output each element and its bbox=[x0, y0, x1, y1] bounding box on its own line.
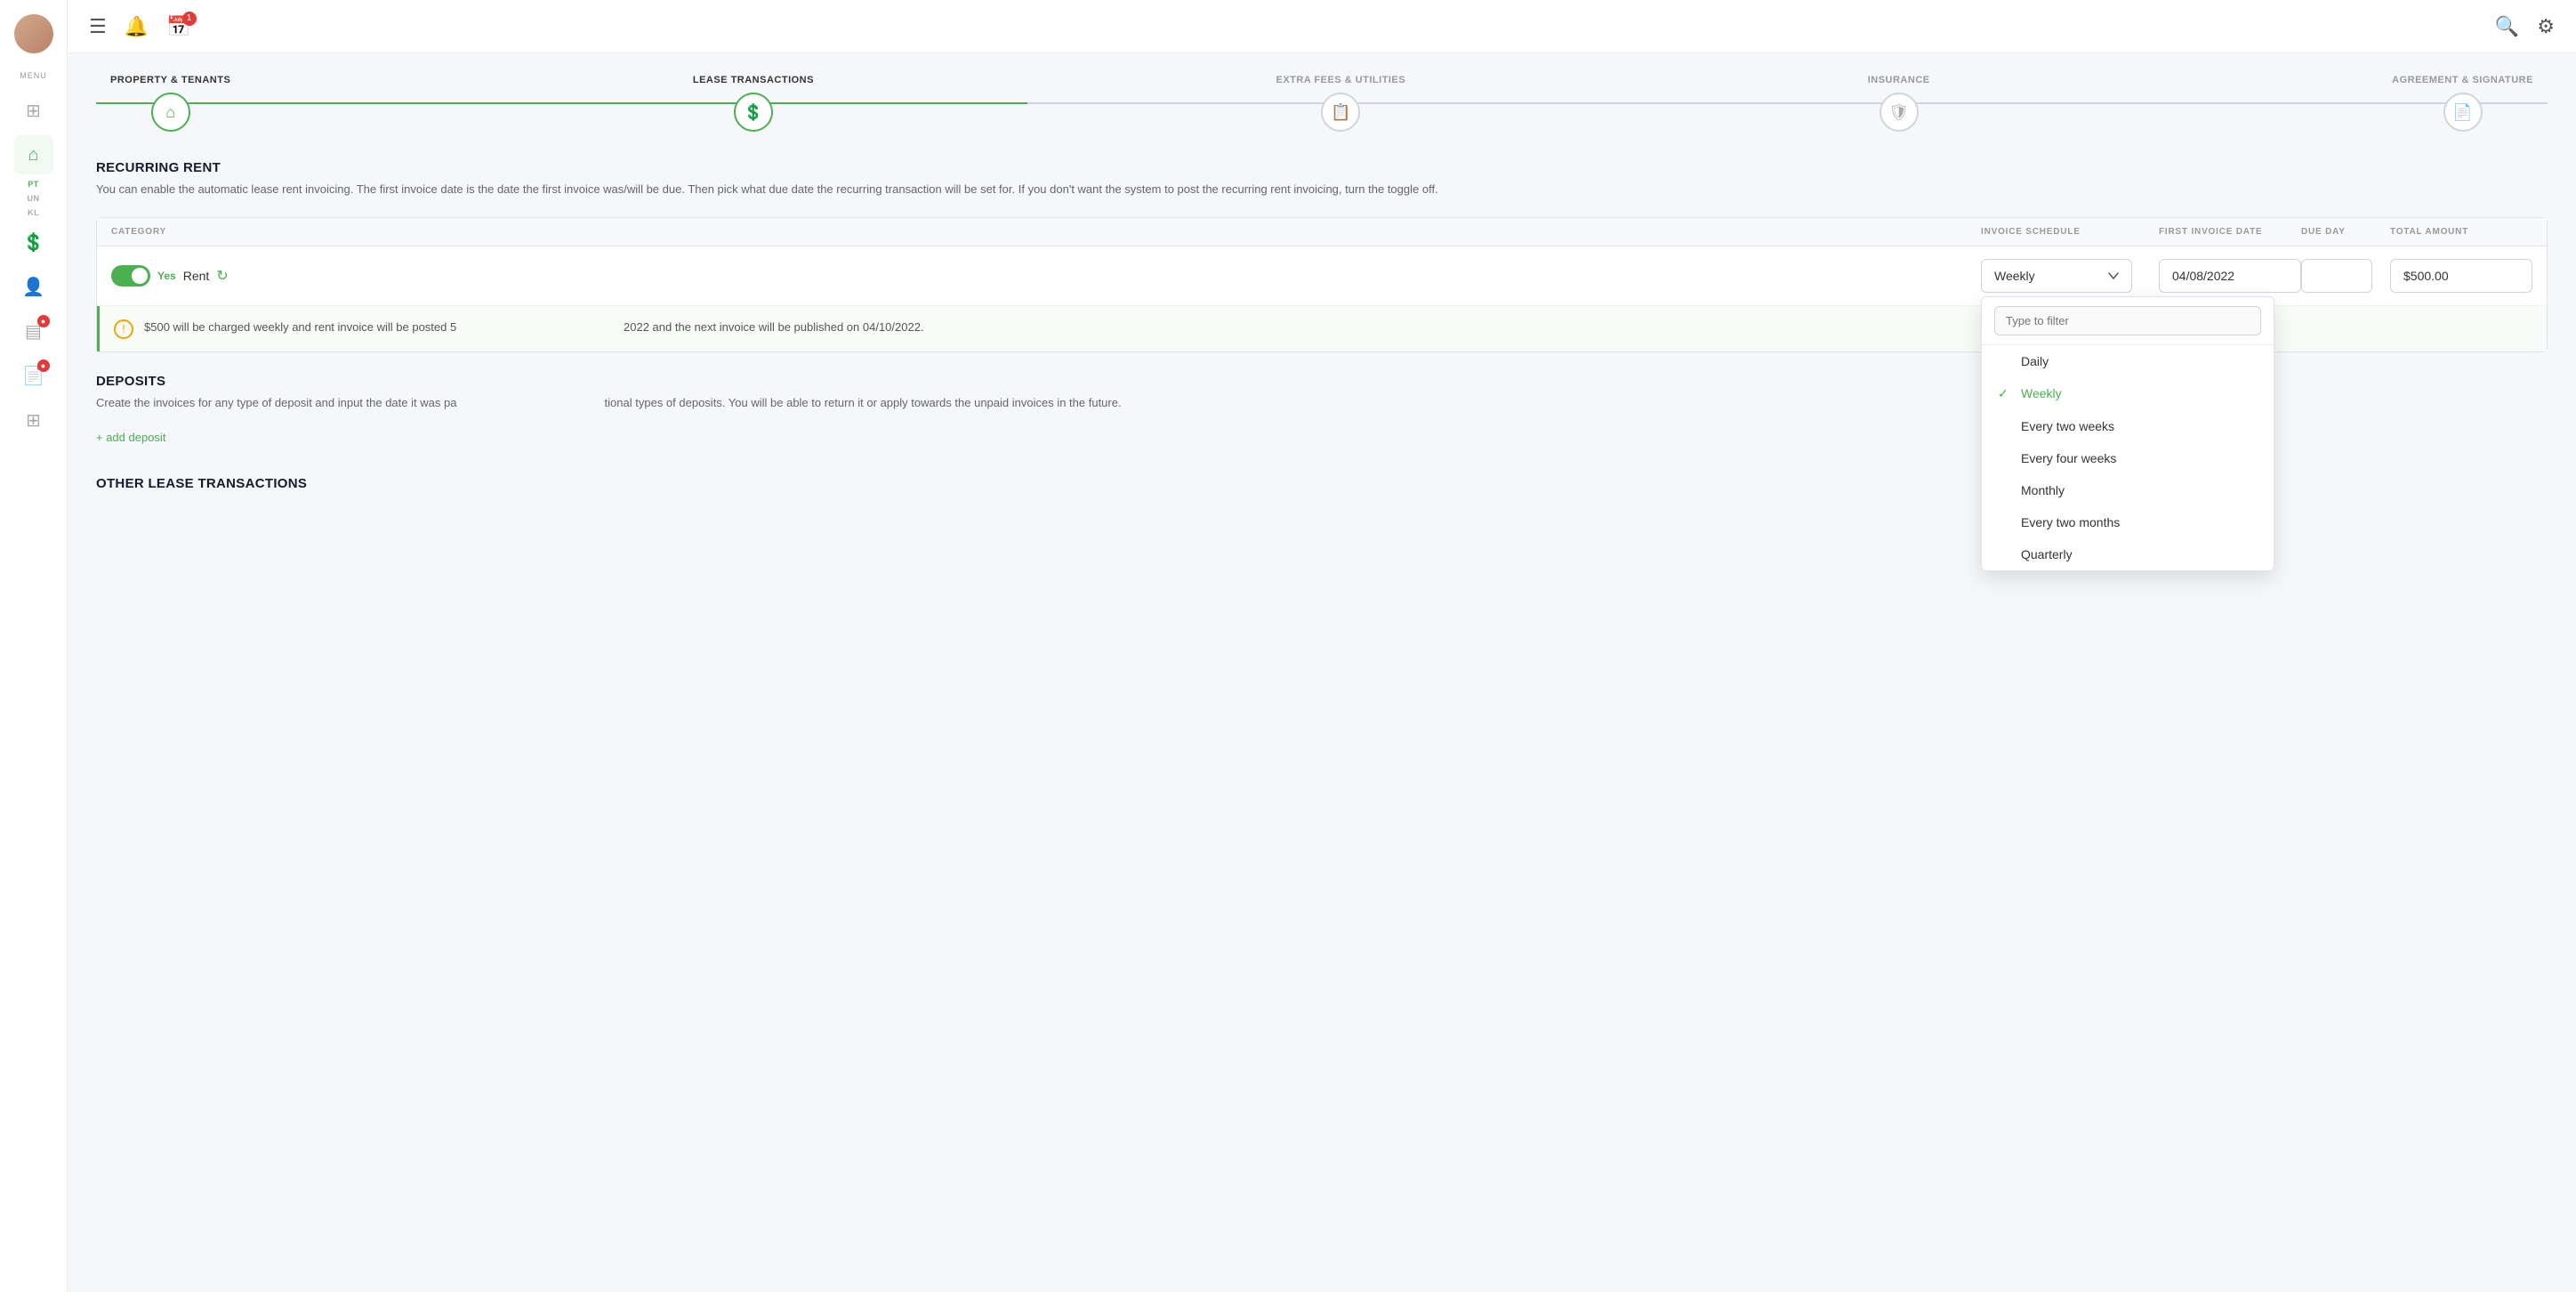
sidebar-label-pt: PT bbox=[28, 180, 39, 189]
step-property-tenants[interactable]: PROPERTY & TENANTS ⌂ bbox=[110, 75, 230, 132]
first-invoice-date-input[interactable] bbox=[2159, 259, 2301, 293]
hamburger-icon[interactable]: ☰ bbox=[89, 15, 107, 38]
option-weekly[interactable]: ✓ Weekly bbox=[1982, 377, 2274, 410]
step-insurance[interactable]: INSURANCE 🛡 bbox=[1868, 75, 1930, 132]
col-category: CATEGORY bbox=[111, 227, 1981, 237]
recurring-rent-table: CATEGORY INVOICE SCHEDULE FIRST INVOICE … bbox=[96, 217, 2548, 352]
step-circle-1: 💲 bbox=[734, 93, 773, 132]
calendar-badge: 1 bbox=[182, 12, 197, 26]
rent-label: Rent bbox=[183, 269, 210, 283]
option-daily-label: Daily bbox=[2021, 354, 2049, 368]
col-schedule: INVOICE SCHEDULE bbox=[1981, 227, 2159, 237]
total-amount-input[interactable] bbox=[2390, 259, 2532, 293]
step-label-3: INSURANCE bbox=[1868, 75, 1930, 85]
topbar: ☰ 🔔 📅 1 🔍 ⚙ bbox=[68, 0, 2576, 53]
option-every-two-months-label: Every two months bbox=[2021, 515, 2120, 529]
toggle-label: Yes bbox=[157, 270, 176, 282]
option-every-four-weeks-label: Every four weeks bbox=[2021, 451, 2116, 465]
weekly-check: ✓ bbox=[1998, 386, 2012, 401]
recurring-rent-desc: You can enable the automatic lease rent … bbox=[96, 181, 2548, 199]
sidebar-item-currency[interactable]: 💲 bbox=[14, 222, 53, 262]
option-every-two-weeks[interactable]: Every two weeks bbox=[1982, 410, 2274, 442]
notification-icon[interactable]: 🔔 bbox=[125, 15, 149, 38]
table-row: Yes Rent ↻ Weekly bbox=[97, 246, 2547, 306]
step-label-4: AGREEMENT & SIGNATURE bbox=[2392, 75, 2533, 85]
due-day-cell bbox=[2301, 259, 2390, 293]
sidebar-item-dashboard[interactable]: ⊞ bbox=[14, 91, 53, 130]
avatar[interactable] bbox=[14, 14, 53, 53]
step-label-2: EXTRA FEES & UTILITIES bbox=[1276, 75, 1406, 85]
schedule-cell: Weekly Daily bbox=[1981, 259, 2159, 293]
option-every-two-months[interactable]: Every two months bbox=[1982, 506, 2274, 538]
option-weekly-label: Weekly bbox=[2021, 386, 2062, 400]
step-circle-3: 🛡 bbox=[1880, 93, 1919, 132]
search-icon[interactable]: 🔍 bbox=[2495, 15, 2519, 38]
table-header: CATEGORY INVOICE SCHEDULE FIRST INVOICE … bbox=[97, 218, 2547, 246]
step-lease-transactions[interactable]: LEASE TRANSACTIONS 💲 bbox=[693, 75, 814, 132]
col-first-invoice: FIRST INVOICE DATE bbox=[2159, 227, 2301, 237]
reports-badge: ● bbox=[37, 315, 50, 327]
documents-badge: ● bbox=[37, 359, 50, 372]
calendar-icon[interactable]: 📅 1 bbox=[166, 15, 190, 38]
first-invoice-cell bbox=[2159, 259, 2301, 293]
category-cell: Yes Rent ↻ bbox=[111, 265, 1981, 287]
option-daily[interactable]: Daily bbox=[1982, 345, 2274, 377]
option-monthly-label: Monthly bbox=[2021, 483, 2065, 497]
main-content: ☰ 🔔 📅 1 🔍 ⚙ PROPERTY & TENANTS ⌂ LEASE T… bbox=[68, 0, 2576, 1292]
dropdown-filter-area bbox=[1982, 297, 2274, 345]
step-circle-2: 📋 bbox=[1321, 93, 1360, 132]
option-every-two-weeks-label: Every two weeks bbox=[2021, 419, 2114, 433]
sidebar-item-people[interactable]: 👤 bbox=[14, 267, 53, 306]
col-total-amount: TOTAL AMOUNT bbox=[2390, 227, 2532, 237]
sidebar: MENU ⊞ ⌂ PT UN KL 💲 👤 ▤ ● 📄 ● ⊞ bbox=[0, 0, 68, 1292]
topbar-right: 🔍 ⚙ bbox=[2495, 15, 2555, 38]
col-due-day: DUE DAY bbox=[2301, 227, 2390, 237]
dropdown-filter-input[interactable] bbox=[1994, 306, 2261, 335]
sidebar-label-kl: KL bbox=[28, 208, 39, 217]
toggle-switch[interactable] bbox=[111, 265, 150, 287]
steps-line-green bbox=[96, 102, 1027, 104]
content-area: PROPERTY & TENANTS ⌂ LEASE TRANSACTIONS … bbox=[68, 53, 2576, 1292]
warning-icon: ! bbox=[114, 319, 133, 339]
sidebar-item-grid[interactable]: ⊞ bbox=[14, 400, 53, 440]
toggle-control[interactable]: Yes bbox=[111, 265, 176, 287]
sidebar-item-reports[interactable]: ▤ ● bbox=[14, 311, 53, 351]
option-monthly[interactable]: Monthly bbox=[1982, 474, 2274, 506]
sidebar-item-documents[interactable]: 📄 ● bbox=[14, 356, 53, 395]
option-quarterly[interactable]: Quarterly bbox=[1982, 538, 2274, 570]
option-every-four-weeks[interactable]: Every four weeks bbox=[1982, 442, 2274, 474]
sidebar-item-home[interactable]: ⌂ bbox=[14, 135, 53, 174]
total-amount-cell bbox=[2390, 259, 2532, 293]
chevron-down-icon bbox=[2108, 272, 2119, 279]
info-text: $500 will be charged weekly and rent inv… bbox=[144, 319, 924, 336]
refresh-icon[interactable]: ↻ bbox=[216, 267, 228, 285]
step-label-1: LEASE TRANSACTIONS bbox=[693, 75, 814, 85]
invoice-schedule-dropdown[interactable]: Weekly bbox=[1981, 259, 2132, 293]
step-label-0: PROPERTY & TENANTS bbox=[110, 75, 230, 85]
menu-label: MENU bbox=[20, 71, 47, 80]
progress-steps: PROPERTY & TENANTS ⌂ LEASE TRANSACTIONS … bbox=[96, 75, 2548, 132]
recurring-rent-title: RECURRING RENT bbox=[96, 160, 2548, 175]
schedule-dropdown-overlay: Daily ✓ Weekly Every two weeks Every bbox=[1981, 296, 2274, 571]
due-day-input[interactable] bbox=[2301, 259, 2372, 293]
schedule-value: Weekly bbox=[1994, 269, 2035, 283]
step-agreement[interactable]: AGREEMENT & SIGNATURE 📄 bbox=[2392, 75, 2533, 132]
topbar-left: ☰ 🔔 📅 1 bbox=[89, 15, 191, 38]
sidebar-label-un: UN bbox=[28, 194, 40, 203]
option-quarterly-label: Quarterly bbox=[2021, 547, 2073, 561]
step-circle-4: 📄 bbox=[2443, 93, 2483, 132]
settings-icon[interactable]: ⚙ bbox=[2537, 15, 2555, 38]
step-extra-fees[interactable]: EXTRA FEES & UTILITIES 📋 bbox=[1276, 75, 1406, 132]
step-circle-0: ⌂ bbox=[151, 93, 190, 132]
